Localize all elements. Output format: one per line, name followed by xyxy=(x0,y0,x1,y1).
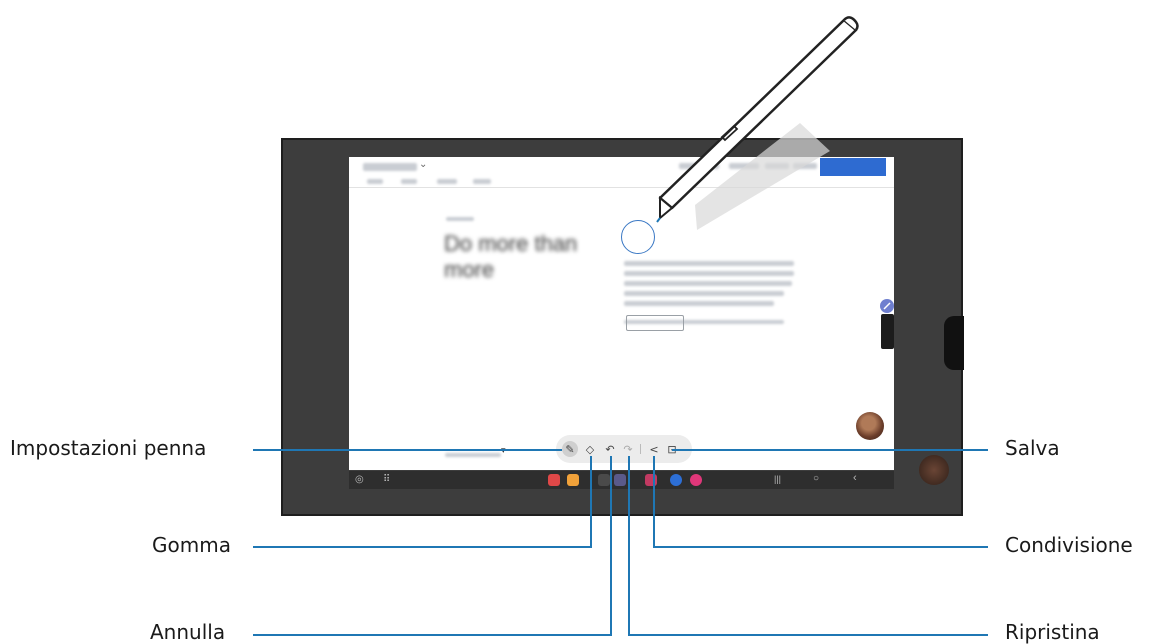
leader-line-pen-settings xyxy=(253,449,562,451)
hero-headline: Do more than more xyxy=(444,231,578,282)
site-logo xyxy=(363,163,417,171)
leader-line-eraser-v xyxy=(590,456,592,548)
eraser-icon[interactable]: ◇ xyxy=(582,441,598,457)
home-nav-icon[interactable]: ○ xyxy=(813,473,819,484)
tab-item[interactable] xyxy=(473,179,491,184)
page-footer-text xyxy=(445,453,501,457)
callout-save: Salva xyxy=(1005,436,1060,460)
recent-apps-icon[interactable]: ◎ xyxy=(355,474,364,485)
paragraph-line xyxy=(624,301,774,306)
leader-line-share-v xyxy=(653,456,655,548)
callout-redo: Ripristina xyxy=(1005,620,1100,644)
leader-line-share xyxy=(653,546,988,548)
app-icon[interactable] xyxy=(690,474,702,486)
app-icon[interactable] xyxy=(645,474,657,486)
callout-eraser: Gomma xyxy=(152,533,231,557)
pen-settings-icon[interactable]: ✎ xyxy=(562,441,578,457)
leader-line-undo-v xyxy=(610,456,612,636)
s-pen-illustration xyxy=(656,16,859,230)
callout-undo: Annulla xyxy=(150,620,226,644)
callout-pen-settings: Impostazioni penna xyxy=(10,436,207,460)
leader-line-undo xyxy=(253,634,612,636)
back-nav-icon[interactable]: ‹ xyxy=(853,472,857,484)
eyebrow-text xyxy=(446,217,474,221)
recents-nav-icon[interactable]: ||| xyxy=(774,474,781,484)
leader-line-redo-v xyxy=(628,456,630,636)
tab-item[interactable] xyxy=(437,179,457,184)
edge-panel-handle[interactable] xyxy=(881,314,894,349)
undo-icon[interactable]: ↶ xyxy=(602,441,618,457)
leader-line-save xyxy=(672,449,988,451)
paragraph-line xyxy=(624,261,794,266)
paragraph-line xyxy=(624,291,784,296)
redo-icon[interactable]: ↷ xyxy=(620,441,636,457)
paragraph-line xyxy=(624,271,794,276)
toolbar-divider xyxy=(640,444,641,454)
app-icon[interactable] xyxy=(548,474,560,486)
floating-control[interactable] xyxy=(944,316,964,370)
callout-share: Condivisione xyxy=(1005,533,1133,557)
tab-item[interactable] xyxy=(367,179,383,184)
app-icon[interactable] xyxy=(614,474,626,486)
leader-line-redo xyxy=(628,634,988,636)
chevron-down-icon[interactable]: ⌄ xyxy=(419,159,427,170)
side-avatar xyxy=(919,455,949,485)
app-icon[interactable] xyxy=(670,474,682,486)
leader-line-eraser xyxy=(253,546,592,548)
share-icon[interactable]: < xyxy=(646,441,662,457)
air-command-icon[interactable] xyxy=(880,299,894,313)
app-icon[interactable] xyxy=(598,474,610,486)
tab-item[interactable] xyxy=(401,179,417,184)
paragraph-line xyxy=(624,281,792,286)
app-icon[interactable] xyxy=(567,474,579,486)
avatar[interactable] xyxy=(856,412,884,440)
outline-button[interactable] xyxy=(626,315,684,331)
apps-grid-icon[interactable]: ⠿ xyxy=(383,474,390,485)
